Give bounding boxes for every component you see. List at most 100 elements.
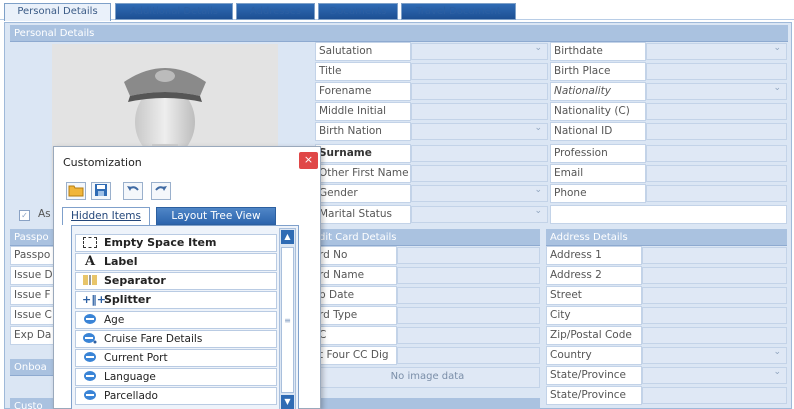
scroll-down-icon[interactable]: ▼: [281, 395, 294, 409]
onboard-header: Onboa: [10, 359, 58, 376]
empty-right-cell: [550, 205, 787, 224]
tab-additional-details[interactable]: Additional Details: [115, 3, 233, 20]
card-type-input[interactable]: [397, 307, 540, 324]
zip-label: Zip/Postal Code: [546, 326, 642, 345]
label-icon: A: [84, 254, 96, 269]
address-1-input[interactable]: [642, 247, 787, 264]
nationality-c-label: Nationality (C): [550, 102, 646, 121]
nationality-c-input[interactable]: [646, 103, 787, 120]
as-checkbox[interactable]: ✓: [19, 210, 30, 221]
tab-bar: Personal Details Additional Details Addr…: [0, 0, 794, 21]
open-folder-icon[interactable]: [66, 182, 86, 200]
scroll-thumb[interactable]: ≡: [281, 247, 294, 393]
salutation-dropdown[interactable]: [411, 43, 548, 60]
middle-initial-label: Middle Initial: [315, 102, 411, 121]
card-name-label: rd Name: [315, 266, 397, 285]
street-input[interactable]: [642, 287, 787, 304]
list-item[interactable]: Separator: [75, 272, 277, 290]
field-icon: [82, 351, 98, 365]
passport-row-label: Passpo: [10, 246, 55, 265]
birthdate-dropdown[interactable]: [646, 43, 787, 60]
tab-travel-document[interactable]: Travel Document: [401, 3, 516, 20]
list-item[interactable]: Empty Space Item: [75, 234, 277, 252]
issue-from-label: Issue F: [10, 286, 55, 305]
zip-input[interactable]: [642, 327, 787, 344]
forename-input[interactable]: [411, 83, 548, 100]
last-four-label: t Four CC Dig: [315, 346, 397, 365]
list-item-label: Separator: [104, 274, 166, 287]
birth-nation-dropdown[interactable]: [411, 123, 548, 140]
list-item[interactable]: Language: [75, 368, 277, 386]
phone-input[interactable]: [646, 185, 787, 202]
gender-dropdown[interactable]: [411, 185, 548, 202]
state-province-dropdown[interactable]: [642, 367, 787, 384]
list-item[interactable]: Age: [75, 311, 277, 329]
marital-status-dropdown[interactable]: [411, 206, 548, 223]
tab-layout-tree-view[interactable]: Layout Tree View: [156, 207, 276, 225]
profession-label: Profession: [550, 144, 646, 163]
group-icon: [82, 332, 98, 346]
card-no-input[interactable]: [397, 247, 540, 264]
list-item-label: Language: [104, 371, 156, 383]
customization-dialog: Customization × Hidden Items Layout Tree…: [53, 146, 321, 409]
list-item[interactable]: Current Port: [75, 349, 277, 367]
national-id-input[interactable]: [646, 123, 787, 140]
dialog-title: Customization: [63, 156, 142, 169]
splitter-icon: +‖+: [82, 293, 106, 306]
list-item[interactable]: Parcellado: [75, 387, 277, 405]
list-item-label: Cruise Fare Details: [104, 333, 203, 345]
profession-input[interactable]: [646, 145, 787, 162]
surname-input[interactable]: [411, 145, 548, 162]
close-button[interactable]: ×: [299, 152, 318, 169]
cvc-input[interactable]: [397, 327, 540, 344]
list-item[interactable]: +‖+ Splitter: [75, 291, 277, 309]
other-first-name-input[interactable]: [411, 165, 548, 182]
address-2-label: Address 2: [546, 266, 642, 285]
city-label: City: [546, 306, 642, 325]
country-dropdown[interactable]: [642, 347, 787, 364]
redo-icon[interactable]: [151, 182, 171, 200]
card-type-label: rd Type: [315, 306, 397, 325]
next-section-header: [315, 398, 540, 409]
tab-documents[interactable]: Documents: [318, 3, 398, 20]
address-details-header: Address Details: [546, 229, 787, 246]
scroll-up-icon[interactable]: ▲: [281, 230, 294, 244]
exp-date-card-label: p Date: [315, 286, 397, 305]
surname-label: Surname: [315, 144, 411, 163]
list-item-label: Empty Space Item: [104, 236, 217, 249]
list-item-label: Label: [104, 255, 138, 268]
tab-hidden-items[interactable]: Hidden Items: [62, 207, 150, 225]
email-input[interactable]: [646, 165, 787, 182]
card-name-input[interactable]: [397, 267, 540, 284]
middle-initial-input[interactable]: [411, 103, 548, 120]
phone-label: Phone: [550, 184, 646, 203]
birth-place-input[interactable]: [646, 63, 787, 80]
save-icon[interactable]: [91, 182, 111, 200]
undo-icon[interactable]: [123, 182, 143, 200]
as-checkbox-label: As: [38, 208, 51, 220]
issue-date-label: Issue D: [10, 266, 55, 285]
email-label: Email: [550, 164, 646, 183]
nationality-dropdown[interactable]: [646, 83, 787, 100]
city-input[interactable]: [642, 307, 787, 324]
list-item[interactable]: Cruise Fare Details: [75, 330, 277, 348]
address-2-input[interactable]: [642, 267, 787, 284]
field-icon: [82, 370, 98, 384]
no-image-placeholder: No image data: [315, 367, 540, 388]
state-province-2-input[interactable]: [642, 387, 787, 404]
title-label: Title: [315, 62, 411, 81]
exp-date-card-input[interactable]: [397, 287, 540, 304]
gender-label: Gender: [315, 184, 411, 203]
nationality-label: Nationality: [550, 82, 646, 101]
exp-date-label: Exp Da: [10, 326, 55, 345]
list-item-label: Splitter: [104, 293, 151, 306]
marital-status-label: Marital Status: [315, 205, 411, 224]
salutation-label: Salutation: [315, 42, 411, 61]
list-item-label: Parcellado: [104, 390, 158, 402]
list-scrollbar[interactable]: ▲ ≡ ▼: [279, 228, 296, 409]
list-item[interactable]: A Label: [75, 253, 277, 271]
tab-personal-details[interactable]: Personal Details: [4, 3, 111, 21]
last-four-input[interactable]: [397, 347, 540, 364]
title-input[interactable]: [411, 63, 548, 80]
tab-addresses[interactable]: Addresses: [236, 3, 315, 20]
